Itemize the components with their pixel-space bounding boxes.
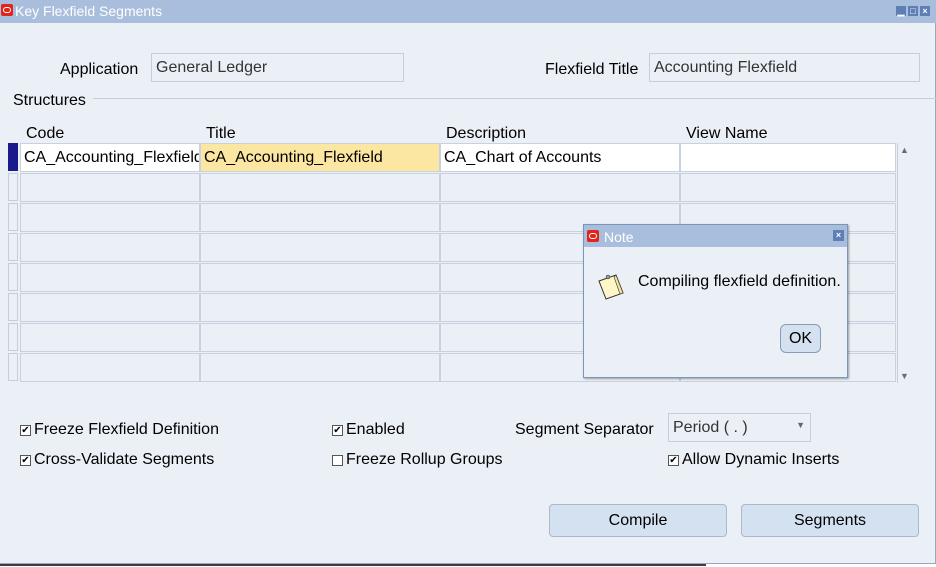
scroll-down-icon[interactable]: ▼ [900,371,909,381]
table-cell[interactable] [20,323,200,352]
row-indicator[interactable] [8,263,18,291]
table-cell[interactable] [200,203,440,232]
table-cell[interactable] [20,173,200,202]
note-titlebar[interactable]: Note × [584,225,847,247]
application-field[interactable]: General Ledger [151,53,404,82]
table-cell[interactable] [200,323,440,352]
window-bottom-edge [0,564,706,566]
table-cell[interactable] [200,233,440,262]
cross-validate-label: Cross-Validate Segments [34,451,215,468]
table-cell[interactable] [200,353,440,382]
allow-dynamic-inserts-checkbox[interactable]: ✔ Allow Dynamic Inserts [668,451,839,469]
row-indicator[interactable] [8,323,18,351]
column-header-view-name: View Name [686,125,768,142]
column-header-code: Code [26,125,65,142]
row-indicator[interactable] [8,353,18,381]
allow-dynamic-inserts-label: Allow Dynamic Inserts [682,451,840,468]
table-cell[interactable] [20,233,200,262]
segment-separator-value: Period ( . ) [673,419,748,436]
flexfield-title-label: Flexfield Title [545,61,639,78]
table-cell[interactable] [200,293,440,322]
checkbox-freeze-flexfield[interactable]: ✔ [20,424,31,436]
structures-scrollbar[interactable]: ▲ ▼ [897,143,911,383]
freeze-flexfield-checkbox[interactable]: ✔ Freeze Flexfield Definition [20,421,219,439]
checkbox-cross-validate[interactable]: ✔ [20,454,31,466]
close-icon[interactable]: × [833,230,844,241]
segments-button[interactable]: Segments [741,504,919,537]
segment-separator-label: Segment Separator [515,421,654,438]
column-header-title: Title [206,125,236,142]
table-cell[interactable] [200,263,440,292]
note-message: Compiling flexfield definition. [638,273,841,290]
row-indicator[interactable] [8,233,18,261]
table-cell[interactable] [200,173,440,202]
key-flexfield-segments-window: Key Flexfield Segments ▁ □ × Application… [0,0,936,564]
window-controls: ▁ □ × [896,6,930,16]
table-cell[interactable] [680,173,896,202]
application-label: Application [60,61,139,78]
row-indicator[interactable] [8,293,18,321]
freeze-flexfield-label: Freeze Flexfield Definition [34,421,219,438]
table-cell[interactable] [20,293,200,322]
chevron-down-icon[interactable]: ▼ [796,420,805,430]
structures-divider [93,98,936,99]
oracle-logo-icon [587,230,599,242]
window-title: Key Flexfield Segments [15,3,163,19]
flexfield-title-field[interactable]: Accounting Flexfield [649,53,920,82]
row-indicator[interactable] [8,143,18,171]
table-cell[interactable] [680,143,896,172]
table-cell[interactable]: CA_Accounting_Flexfield [20,143,200,172]
column-header-description: Description [446,125,527,142]
structures-label: Structures [13,92,86,109]
checkbox-enabled[interactable]: ✔ [332,424,343,436]
oracle-logo-icon [1,4,13,16]
ok-button[interactable]: OK [780,324,821,353]
maximize-icon[interactable]: □ [908,6,918,16]
note-paper-icon [598,274,624,300]
freeze-rollup-checkbox[interactable]: Freeze Rollup Groups [332,451,503,469]
row-indicator[interactable] [8,203,18,231]
cross-validate-checkbox[interactable]: ✔ Cross-Validate Segments [20,451,214,469]
note-title: Note [604,229,634,245]
enabled-checkbox[interactable]: ✔ Enabled [332,421,405,439]
window-titlebar[interactable]: Key Flexfield Segments ▁ □ × [0,0,936,23]
table-cell[interactable] [20,353,200,382]
table-cell[interactable] [20,263,200,292]
compile-button[interactable]: Compile [549,504,727,537]
freeze-rollup-label: Freeze Rollup Groups [346,451,503,468]
enabled-label: Enabled [346,421,405,438]
row-indicator[interactable] [8,173,18,201]
minimize-icon[interactable]: ▁ [896,6,906,16]
table-cell[interactable] [20,203,200,232]
checkbox-freeze-rollup[interactable] [332,454,343,466]
checkbox-allow-dynamic-inserts[interactable]: ✔ [668,454,679,466]
table-cell[interactable] [440,173,680,202]
table-cell[interactable]: CA_Chart of Accounts [440,143,680,172]
scroll-up-icon[interactable]: ▲ [900,145,909,155]
segment-separator-select[interactable]: Period ( . ) ▼ [668,413,811,442]
note-dialog: Note × Compiling flexfield definition. O… [583,224,848,378]
close-icon[interactable]: × [920,6,930,16]
table-cell[interactable]: CA_Accounting_Flexfield [200,143,440,172]
